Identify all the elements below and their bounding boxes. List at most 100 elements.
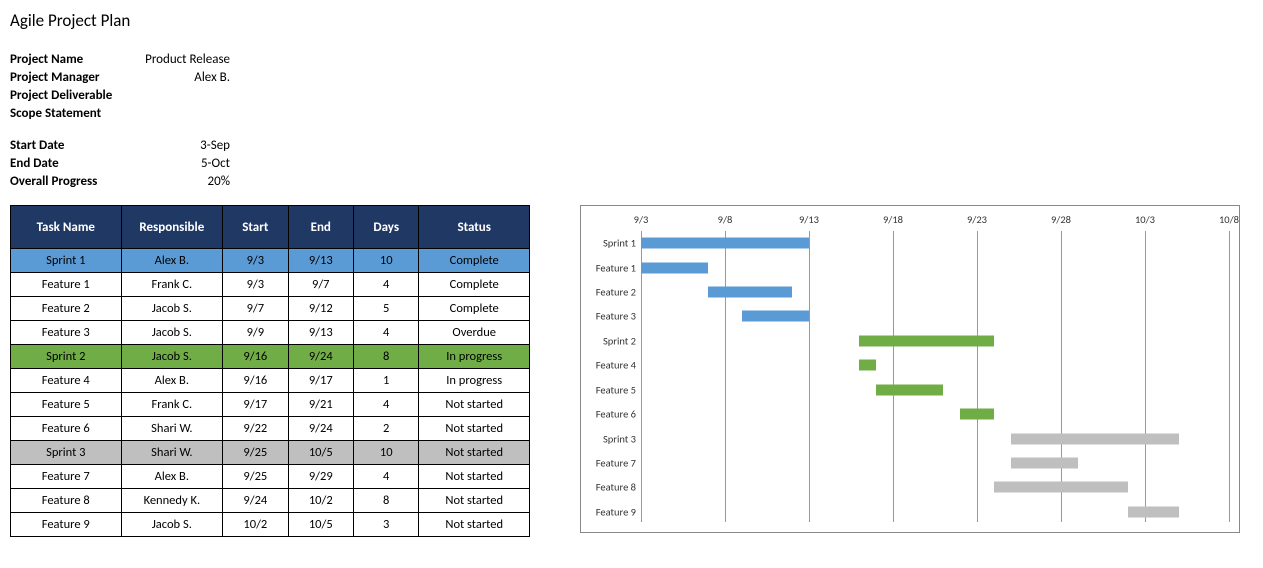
- meta-label: Overall Progress: [10, 173, 140, 191]
- table-cell: Sprint 3: [11, 441, 122, 465]
- gantt-bar: [1128, 506, 1178, 517]
- table-row: Feature 5Frank C.9/179/214Not started: [11, 393, 530, 417]
- gantt-row-label: Feature 4: [581, 359, 636, 372]
- table-cell: 9/25: [223, 465, 288, 489]
- gantt-gridline: [1145, 231, 1146, 522]
- gantt-gridline: [893, 231, 894, 522]
- gantt-tick-label: 9/13: [799, 213, 819, 226]
- gantt-row-label: Feature 8: [581, 481, 636, 494]
- meta-label: Project Manager: [10, 69, 140, 87]
- gantt-bar: [641, 262, 708, 273]
- gantt-row-label: Feature 6: [581, 408, 636, 421]
- table-cell: 4: [353, 273, 418, 297]
- table-cell: 9/29: [288, 465, 353, 489]
- meta-row: Start Date3-Sep: [10, 137, 1253, 155]
- table-cell: Not started: [419, 417, 530, 441]
- gantt-tick-label: 9/18: [883, 213, 903, 226]
- gantt-bar: [742, 311, 809, 322]
- table-cell: Frank C.: [121, 273, 223, 297]
- table-cell: In progress: [419, 345, 530, 369]
- table-cell: 9/24: [288, 345, 353, 369]
- table-cell: Alex B.: [121, 369, 223, 393]
- table-cell: 10/5: [288, 513, 353, 537]
- table-row: Feature 4Alex B.9/169/171In progress: [11, 369, 530, 393]
- table-cell: Alex B.: [121, 249, 223, 273]
- table-cell: 9/12: [288, 297, 353, 321]
- table-cell: Jacob S.: [121, 297, 223, 321]
- column-header: Start: [223, 206, 288, 249]
- gantt-tick-label: 9/3: [634, 213, 649, 226]
- table-cell: Shari W.: [121, 441, 223, 465]
- gantt-row-label: Feature 3: [581, 310, 636, 323]
- project-meta-block-1: Project NameProduct ReleaseProject Manag…: [10, 51, 1253, 123]
- meta-row: Project NameProduct Release: [10, 51, 1253, 69]
- table-row: Sprint 1Alex B.9/39/1310Complete: [11, 249, 530, 273]
- table-cell: Feature 6: [11, 417, 122, 441]
- table-cell: Shari W.: [121, 417, 223, 441]
- column-header: Task Name: [11, 206, 122, 249]
- gantt-bar: [1011, 433, 1179, 444]
- column-header: Status: [419, 206, 530, 249]
- meta-label: Start Date: [10, 137, 140, 155]
- column-header: Responsible: [121, 206, 223, 249]
- table-cell: Sprint 1: [11, 249, 122, 273]
- gantt-bar: [876, 384, 943, 395]
- meta-value: 3-Sep: [140, 137, 230, 155]
- gantt-bar: [994, 482, 1128, 493]
- meta-row: Scope Statement: [10, 105, 1253, 123]
- table-cell: 4: [353, 321, 418, 345]
- table-row: Sprint 2Jacob S.9/169/248In progress: [11, 345, 530, 369]
- gantt-row-label: Feature 7: [581, 456, 636, 469]
- table-cell: Complete: [419, 249, 530, 273]
- table-cell: Overdue: [419, 321, 530, 345]
- table-cell: 4: [353, 393, 418, 417]
- table-cell: 9/22: [223, 417, 288, 441]
- gantt-tick-label: 9/23: [967, 213, 987, 226]
- page-title: Agile Project Plan: [10, 10, 1253, 31]
- table-cell: 9/16: [223, 369, 288, 393]
- table-cell: Feature 4: [11, 369, 122, 393]
- table-cell: 9/13: [288, 321, 353, 345]
- table-row: Feature 2Jacob S.9/79/125Complete: [11, 297, 530, 321]
- table-cell: 1: [353, 369, 418, 393]
- gantt-bar: [708, 287, 792, 298]
- meta-value: 20%: [140, 173, 230, 191]
- table-cell: 9/25: [223, 441, 288, 465]
- table-cell: 9/3: [223, 273, 288, 297]
- meta-row: Project ManagerAlex B.: [10, 69, 1253, 87]
- gantt-gridline: [1061, 231, 1062, 522]
- gantt-tick-label: 10/3: [1135, 213, 1155, 226]
- table-cell: Frank C.: [121, 393, 223, 417]
- table-cell: 9/24: [288, 417, 353, 441]
- table-cell: 9/7: [288, 273, 353, 297]
- table-cell: Feature 7: [11, 465, 122, 489]
- table-cell: 10/2: [288, 489, 353, 513]
- table-cell: Jacob S.: [121, 345, 223, 369]
- table-cell: In progress: [419, 369, 530, 393]
- table-cell: Alex B.: [121, 465, 223, 489]
- table-cell: 10/5: [288, 441, 353, 465]
- table-cell: Not started: [419, 441, 530, 465]
- column-header: End: [288, 206, 353, 249]
- table-cell: 9/13: [288, 249, 353, 273]
- table-cell: Feature 2: [11, 297, 122, 321]
- table-row: Feature 3Jacob S.9/99/134Overdue: [11, 321, 530, 345]
- meta-value: [140, 87, 230, 105]
- table-cell: Feature 3: [11, 321, 122, 345]
- table-cell: Feature 5: [11, 393, 122, 417]
- meta-label: Project Name: [10, 51, 140, 69]
- task-table: Task NameResponsibleStartEndDaysStatus S…: [10, 205, 530, 537]
- gantt-gridline: [809, 231, 810, 522]
- gantt-tick-label: 10/8: [1219, 213, 1239, 226]
- table-cell: 9/21: [288, 393, 353, 417]
- gantt-gridline: [725, 231, 726, 522]
- meta-value: 5-Oct: [140, 155, 230, 173]
- table-row: Sprint 3Shari W.9/2510/510Not started: [11, 441, 530, 465]
- meta-value: Alex B.: [140, 69, 230, 87]
- table-cell: 5: [353, 297, 418, 321]
- gantt-chart: Sprint 1Feature 1Feature 2Feature 3Sprin…: [580, 205, 1240, 533]
- table-cell: Feature 1: [11, 273, 122, 297]
- table-cell: 2: [353, 417, 418, 441]
- table-cell: Not started: [419, 465, 530, 489]
- table-cell: 10: [353, 249, 418, 273]
